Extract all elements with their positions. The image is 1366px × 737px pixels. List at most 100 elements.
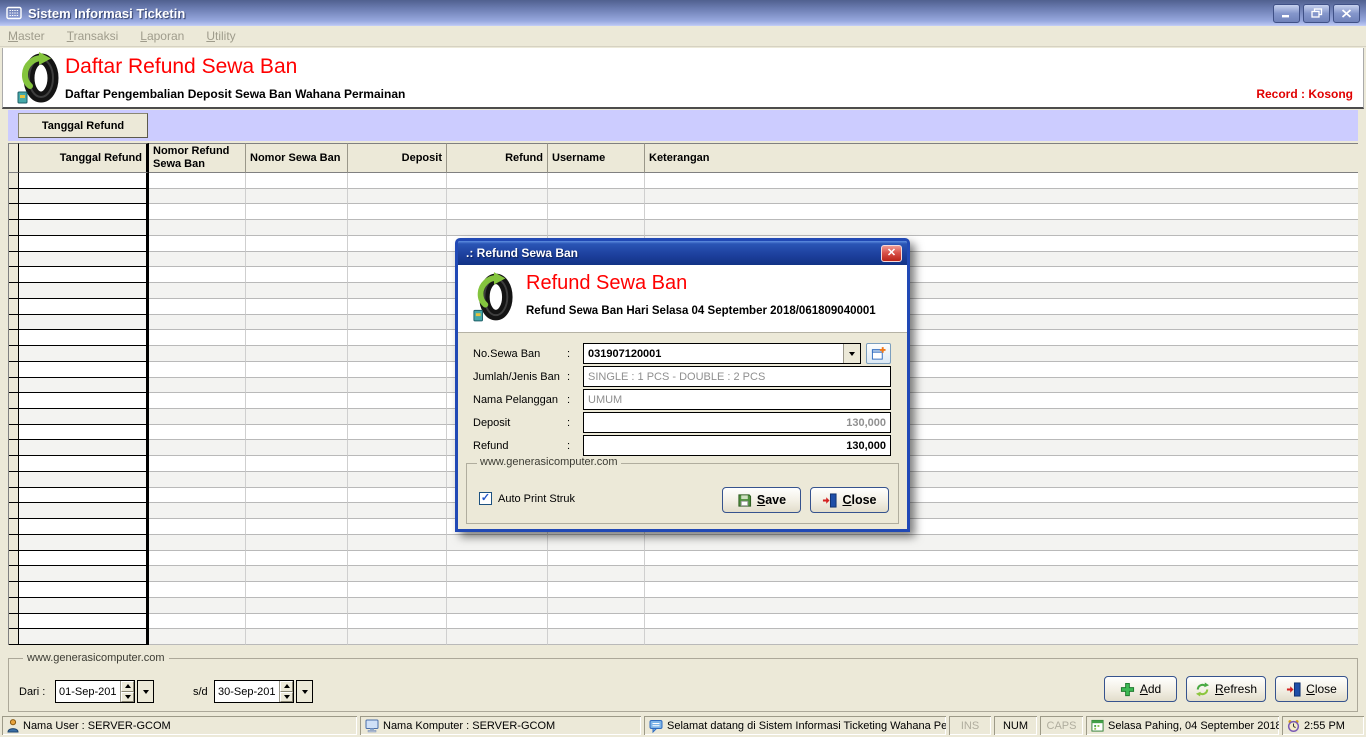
menu-transaksi[interactable]: Transaksi [67,29,119,43]
table-cell [19,330,149,346]
table-cell [149,551,246,567]
table-cell [149,393,246,409]
table-cell [246,488,348,504]
table-row[interactable] [9,629,1358,645]
menu-utility[interactable]: Utility [206,29,235,43]
date-to-input[interactable] [215,681,279,702]
date-to-dropdown-button[interactable] [296,680,313,703]
tanggal-refund-sort-button[interactable]: Tanggal Refund [18,113,148,138]
nama-pelanggan-input [583,389,891,410]
save-button[interactable]: Save [722,487,801,513]
row-selector-cell [9,220,19,236]
table-row[interactable] [9,598,1358,614]
row-selector-cell [9,362,19,378]
no-sewa-ban-input[interactable] [584,344,843,363]
date-to-spin-up-button[interactable] [280,681,293,692]
table-cell [548,551,645,567]
status-time-panel: 2:55 PM [1282,716,1364,735]
table-cell [548,582,645,598]
table-cell [645,566,1358,582]
table-cell [19,488,149,504]
date-to-spin-down-button[interactable] [280,692,293,703]
table-cell [149,189,246,205]
row-selector-cell [9,267,19,283]
table-cell [348,204,447,220]
date-from-input[interactable] [56,681,120,702]
table-cell [348,362,447,378]
table-cell [645,551,1358,567]
table-cell [149,535,246,551]
table-cell [246,472,348,488]
table-cell [149,315,246,331]
auto-print-checkbox[interactable]: ✓ [479,492,492,505]
table-row[interactable] [9,204,1358,220]
table-cell [149,346,246,362]
deposit-input [583,412,891,433]
dialog-header: Refund Sewa Ban Refund Sewa Ban Hari Sel… [458,265,907,333]
table-row[interactable] [9,551,1358,567]
row-selector-cell [9,440,19,456]
dialog-close-icon[interactable]: ✕ [881,245,902,262]
table-cell [548,173,645,189]
add-button[interactable]: Add [1104,676,1177,702]
table-cell [19,598,149,614]
table-row[interactable] [9,173,1358,189]
table-row[interactable] [9,189,1358,205]
table-row[interactable] [9,614,1358,630]
refresh-button[interactable]: Refresh [1186,676,1266,702]
clock-icon [1287,719,1300,732]
table-cell [348,173,447,189]
new-record-button[interactable] [866,343,891,364]
table-cell [19,566,149,582]
row-selector-cell [9,393,19,409]
minimize-button[interactable] [1273,4,1300,23]
table-cell [447,220,548,236]
table-cell [246,598,348,614]
table-header: Tanggal Refund Nomor Refund Sewa Ban Nom… [9,143,1358,173]
row-selector-cell [9,236,19,252]
table-cell [19,204,149,220]
date-from-spin-up-button[interactable] [121,681,134,692]
menu-master[interactable]: Master [8,29,45,43]
table-cell [246,220,348,236]
table-cell [548,598,645,614]
table-row[interactable] [9,535,1358,551]
new-document-icon [871,346,886,361]
close-window-button[interactable] [1333,4,1360,23]
table-cell [246,629,348,645]
table-row[interactable] [9,220,1358,236]
table-row[interactable] [9,566,1358,582]
table-cell [149,519,246,535]
jumlah-jenis-input [583,366,891,387]
row-selector-cell [9,519,19,535]
table-cell [19,440,149,456]
table-cell [19,614,149,630]
table-cell [348,283,447,299]
table-cell [645,204,1358,220]
table-cell [149,299,246,315]
date-from-spin-down-button[interactable] [121,692,134,703]
restore-button[interactable] [1303,4,1330,23]
date-from-dropdown-button[interactable] [137,680,154,703]
table-cell [246,551,348,567]
table-row[interactable] [9,582,1358,598]
close-button[interactable]: Close [1275,676,1348,702]
combo-dropdown-button[interactable] [843,344,860,363]
table-cell [246,346,348,362]
table-cell [246,283,348,299]
table-cell [19,535,149,551]
table-cell [348,189,447,205]
exit-door-icon [1286,682,1301,697]
table-cell [149,378,246,394]
table-cell [19,283,149,299]
menu-laporan[interactable]: Laporan [140,29,184,43]
no-sewa-ban-combobox[interactable] [583,343,861,364]
dialog-close-button[interactable]: Close [810,487,889,513]
table-cell [645,598,1358,614]
date-to-control [214,680,313,703]
table-cell [447,551,548,567]
page-subtitle: Daftar Pengembalian Deposit Sewa Ban Wah… [65,87,405,101]
status-computer-panel: Nama Komputer : SERVER-GCOM [360,716,641,735]
table-cell [246,267,348,283]
refund-input[interactable] [583,435,891,456]
